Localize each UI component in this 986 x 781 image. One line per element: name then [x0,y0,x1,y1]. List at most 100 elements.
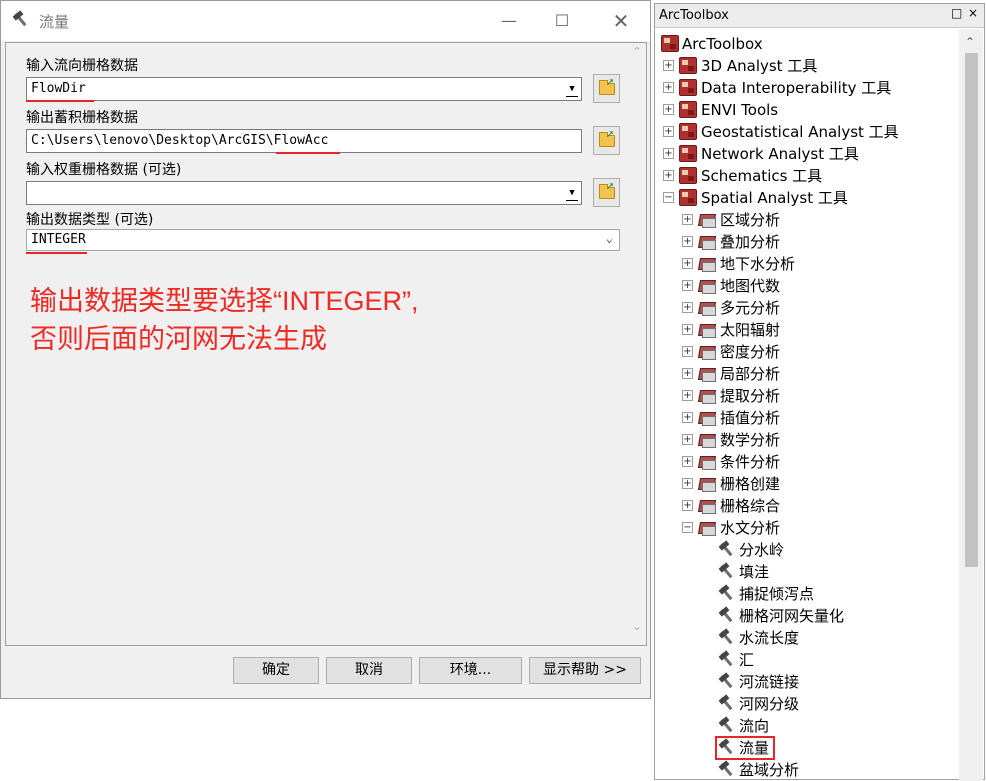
tree-item-label: 填洼 [739,563,770,581]
tree-item-toolset[interactable]: + 条件分析 [655,451,955,473]
tree-item-toolset[interactable]: + 局部分析 [655,363,955,385]
tree-item-toolbox[interactable]: − Spatial Analyst 工具 [655,187,955,209]
tree-item-toolset[interactable]: + 栅格综合 [655,495,955,517]
tree-item-label: 栅格河网矢量化 [739,607,845,625]
minimize-icon[interactable]: — [489,7,529,35]
dialog-titlebar[interactable]: 流量 — ☐ ✕ [1,1,650,41]
expand-icon[interactable]: + [682,258,693,269]
expand-icon[interactable]: + [682,500,693,511]
tree-item-toolbox[interactable]: + Network Analyst 工具 [655,143,955,165]
expand-icon[interactable]: + [682,434,693,445]
expand-icon[interactable]: + [682,236,693,247]
tree-item-tool[interactable]: 流量 [655,736,955,760]
toolset-icon [698,387,716,404]
toolbox-icon [679,167,697,184]
tree-item-toolset[interactable]: + 叠加分析 [655,231,955,253]
tree-item-toolbox[interactable]: + Data Interoperability 工具 [655,77,955,99]
cancel-button[interactable]: 取消 [326,657,412,684]
scroll-thumb[interactable] [965,53,978,567]
expand-icon[interactable]: + [682,412,693,423]
tree-item-toolset[interactable]: + 数学分析 [655,429,955,451]
tree-item-toolset[interactable]: + 多元分析 [655,297,955,319]
browse-flow-dir-button[interactable]: ➚ [593,74,620,103]
browse-flow-acc-button[interactable]: ➚ [593,126,620,155]
tree-item-toolset[interactable]: + 地图代数 [655,275,955,297]
tree-item-toolset[interactable]: + 地下水分析 [655,253,955,275]
tree-item-tool[interactable]: 填洼 [655,561,955,583]
close-icon[interactable]: ✕ [601,7,641,35]
tree-item-toolset[interactable]: + 栅格创建 [655,473,955,495]
browse-weight-button[interactable]: ➚ [593,178,620,207]
tree-item-toolset[interactable]: + 太阳辐射 [655,319,955,341]
toolbox-scrollbar[interactable]: ⌃ [959,29,983,781]
expand-icon[interactable]: + [663,60,674,71]
scroll-down-icon[interactable]: ⌄ [631,621,643,633]
dropdown-arrow-icon[interactable]: ▼ [565,81,579,97]
tree-item-tool[interactable]: 捕捉倾泻点 [655,583,955,605]
expand-icon[interactable]: + [663,82,674,93]
tree-item-toolset[interactable]: + 区域分析 [655,209,955,231]
toolset-icon [698,409,716,426]
toolset-icon [698,453,716,470]
tree-item-tool[interactable]: 河流链接 [655,671,955,693]
expand-icon[interactable]: + [682,280,693,291]
toolset-icon [698,431,716,448]
expand-icon[interactable]: + [663,170,674,181]
hammer-icon [717,717,735,734]
scroll-up-icon[interactable]: ⌃ [965,35,975,49]
restore-icon[interactable]: □ [951,6,962,20]
tree-item-tool[interactable]: 流向 [655,715,955,737]
dropdown-arrow-icon[interactable]: ▼ [565,185,579,201]
tree-item-toolset[interactable]: + 提取分析 [655,385,955,407]
expand-icon[interactable]: + [682,478,693,489]
hammer-icon [717,629,735,646]
toolset-icon [698,365,716,382]
tree-item-toolbox[interactable]: +3D Analyst 工具 [655,55,955,77]
tree-item-label: 水文分析 [720,519,781,537]
expand-icon[interactable]: + [682,302,693,313]
tree-item-tool[interactable]: 汇 [655,649,955,671]
show-help-button[interactable]: 显示帮助 >> [529,657,641,684]
close-icon[interactable]: × [968,6,978,20]
tree-item-toolbox[interactable]: + ENVI Tools [655,99,955,121]
tree-item-toolset[interactable]: + 插值分析 [655,407,955,429]
arrow-icon: ➚ [606,129,615,140]
flow-acc-input[interactable]: C:\Users\lenovo\Desktop\ArcGIS\FlowAcc [26,129,582,153]
ok-button[interactable]: 确定 [233,657,319,684]
tree-item-tool[interactable]: 栅格河网矢量化 [655,605,955,627]
tree-item-toolbox[interactable]: + Schematics 工具 [655,165,955,187]
expand-icon[interactable]: + [663,104,674,115]
collapse-icon[interactable]: − [663,192,674,203]
environments-button[interactable]: 环境... [419,657,522,684]
content-scrollbar[interactable]: ⌃ ⌄ [628,43,646,645]
tree-item-label: 流向 [739,717,770,735]
expand-icon[interactable]: + [682,214,693,225]
collapse-icon[interactable]: − [682,522,693,533]
expand-icon[interactable]: + [682,368,693,379]
toolbox-icon [679,79,697,96]
expand-icon[interactable]: + [682,324,693,335]
expand-icon[interactable]: + [682,456,693,467]
toolset-icon [698,519,716,536]
data-type-select[interactable]: INTEGER ⌄ [26,229,620,251]
tree-item-toolset[interactable]: + 密度分析 [655,341,955,363]
weight-combo[interactable]: ▼ [26,181,582,205]
scroll-up-icon[interactable]: ⌃ [631,46,643,58]
expand-icon[interactable]: + [682,390,693,401]
expand-icon[interactable]: + [663,148,674,159]
tree-item-tool[interactable]: 分水岭 [655,539,955,561]
tree-item-toolbox[interactable]: + Geostatistical Analyst 工具 [655,121,955,143]
tree-item-tool[interactable]: 盆域分析 [655,759,955,781]
expand-icon[interactable]: + [682,346,693,357]
tree-item-toolset[interactable]: − 水文分析 [655,517,955,539]
expand-icon[interactable]: + [663,126,674,137]
tree-item-root[interactable]: ArcToolbox [655,33,955,55]
tree-item-tool[interactable]: 水流长度 [655,627,955,649]
toolset-icon [698,475,716,492]
tree-item-tool[interactable]: 河网分级 [655,693,955,715]
hammer-icon [717,651,735,668]
tree-item-label: Schematics 工具 [701,167,823,185]
flow-dir-combo[interactable]: FlowDir ▼ [26,77,582,101]
maximize-icon[interactable]: ☐ [542,7,582,35]
tree-item-label: 盆域分析 [739,761,800,779]
